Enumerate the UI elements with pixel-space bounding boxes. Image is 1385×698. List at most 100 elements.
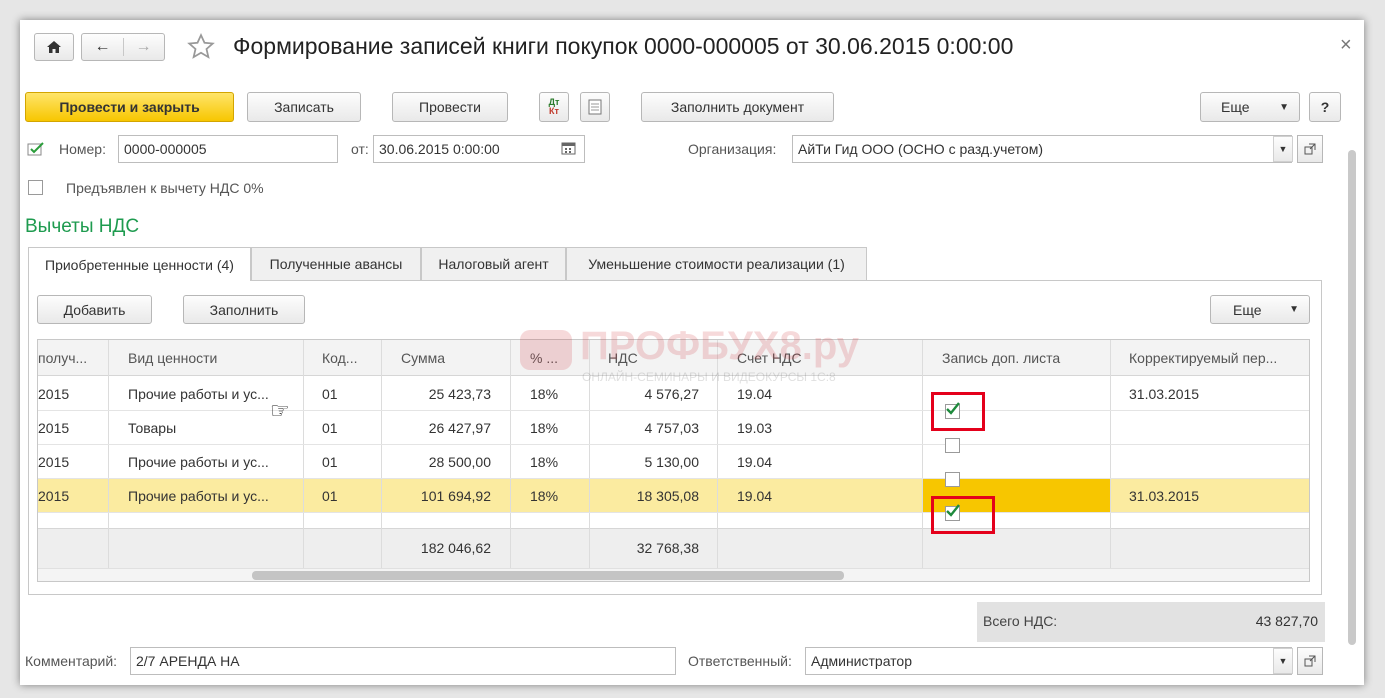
active-tab-joint <box>29 279 250 281</box>
table-more-button[interactable]: Еще ▼ <box>1210 295 1310 324</box>
organization-dropdown-icon[interactable]: ▼ <box>1273 136 1293 162</box>
table-row-2-type[interactable]: Прочие работы и ус... <box>128 445 298 479</box>
date-label: от: <box>351 141 369 157</box>
col-header-account[interactable]: Счет НДС <box>737 341 917 375</box>
table-row-2-account[interactable]: 19.04 <box>737 445 857 479</box>
table-row-1-account[interactable]: 19.03 <box>737 411 857 445</box>
total-vat-value: 43 827,70 <box>1255 613 1318 629</box>
table-row-1-rate[interactable]: 18% <box>530 411 586 445</box>
more-label: Еще <box>1221 99 1250 115</box>
home-button[interactable] <box>34 33 74 61</box>
table-row-3-period[interactable]: 31.03.2015 <box>1129 479 1299 513</box>
vat0-checkbox[interactable] <box>28 180 43 195</box>
table-row-3-date[interactable]: 2015 <box>38 479 104 513</box>
post-button[interactable]: Провести <box>392 92 508 122</box>
favorite-star-icon[interactable] <box>186 32 216 65</box>
col-header-code[interactable]: Код... <box>322 341 378 375</box>
col-header-period[interactable]: Корректируемый пер... <box>1129 341 1307 375</box>
date-field[interactable]: 30.06.2015 0:00:00 <box>373 135 585 163</box>
col-header-sum[interactable]: Сумма <box>401 341 501 375</box>
col-header-vat[interactable]: НДС <box>608 341 708 375</box>
help-button[interactable]: ? <box>1309 92 1341 122</box>
vat0-label: Предъявлен к вычету НДС 0% <box>66 180 264 196</box>
report-button[interactable] <box>580 92 610 122</box>
window-title: Формирование записей книги покупок 0000-… <box>233 33 1014 59</box>
table-row-2-sum[interactable]: 28 500,00 <box>381 445 491 479</box>
table-row-0-period[interactable]: 31.03.2015 <box>1129 377 1299 411</box>
organization-field[interactable]: АйТи Гид ООО (ОСНО с разд.учетом) <box>792 135 1292 163</box>
extra-sheet-checkbox-2[interactable] <box>945 472 960 487</box>
nav-buttons: ← → <box>81 33 165 61</box>
col-header-date[interactable]: получ... <box>38 341 104 375</box>
table-row-2-date[interactable]: 2015 <box>38 445 104 479</box>
table-row-2-vat[interactable]: 5 130,00 <box>589 445 700 479</box>
col-header-rate[interactable]: % ... <box>530 341 586 375</box>
section-title: Вычеты НДС <box>25 216 140 237</box>
posted-status-icon <box>27 141 45 160</box>
table-row-1-code[interactable]: 01 <box>322 411 378 445</box>
dropdown-arrow-icon: ▼ <box>1279 101 1289 113</box>
add-row-button[interactable]: Добавить <box>37 295 152 324</box>
table-row-3-sum[interactable]: 101 694,92 <box>381 479 491 513</box>
scrollbar-thumb[interactable] <box>252 571 844 580</box>
vertical-scrollbar[interactable] <box>1348 150 1356 645</box>
dt-kt-button[interactable]: Дт Кт <box>539 92 569 122</box>
table-row-0-account[interactable]: 19.04 <box>737 377 857 411</box>
document-icon <box>588 99 602 115</box>
extra-sheet-checkbox-1[interactable] <box>945 438 960 453</box>
tab-cost-reduction[interactable]: Уменьшение стоимости реализации (1) <box>566 247 867 280</box>
post-and-close-button[interactable]: Провести и закрыть <box>25 92 234 122</box>
table-row-0-date[interactable]: 2015 <box>38 377 104 411</box>
highlight-box-row-0 <box>931 392 985 431</box>
cursor-hand-icon: ☞ <box>270 398 290 423</box>
responsible-open-button[interactable] <box>1297 647 1323 675</box>
col-header-extra-sheet[interactable]: Запись доп. листа <box>942 341 1107 375</box>
comment-label: Комментарий: <box>25 653 118 669</box>
responsible-open-icon <box>1304 655 1316 667</box>
more-button[interactable]: Еще ▼ <box>1200 92 1300 122</box>
organization-open-button[interactable] <box>1297 135 1323 163</box>
back-arrow-icon[interactable]: ← <box>83 38 123 56</box>
goods-table: получ... Вид ценности Код... Сумма % ...… <box>37 339 1310 582</box>
number-label: Номер: <box>59 141 106 157</box>
table-row-0-code[interactable]: 01 <box>322 377 378 411</box>
responsible-dropdown-icon[interactable]: ▼ <box>1273 648 1293 674</box>
table-row-1-date[interactable]: 2015 <box>38 411 104 445</box>
table-row-3-type[interactable]: Прочие работы и ус... <box>128 479 298 513</box>
open-icon <box>1304 143 1316 155</box>
tab-tax-agent[interactable]: Налоговый агент <box>421 247 566 280</box>
total-sum: 182 046,62 <box>420 540 491 556</box>
fill-table-button[interactable]: Заполнить <box>183 295 305 324</box>
table-row-0-rate[interactable]: 18% <box>530 377 586 411</box>
total-vat-label: Всего НДС: <box>983 613 1058 629</box>
table-row-1-vat[interactable]: 4 757,03 <box>589 411 700 445</box>
calendar-icon[interactable] <box>561 141 577 159</box>
date-value: 30.06.2015 0:00:00 <box>379 141 500 157</box>
col-header-type[interactable]: Вид ценности <box>128 341 298 375</box>
document-window: ← → Формирование записей книги покупок 0… <box>20 20 1364 685</box>
forward-arrow-icon[interactable]: → <box>124 38 164 56</box>
table-row-3-rate[interactable]: 18% <box>530 479 586 513</box>
table-row-3-code[interactable]: 01 <box>322 479 378 513</box>
number-field[interactable]: 0000-000005 <box>118 135 338 163</box>
highlight-box-row-3 <box>931 496 995 534</box>
home-icon <box>47 41 61 53</box>
tab-received-advances[interactable]: Полученные авансы <box>251 247 421 280</box>
table-row-0-vat[interactable]: 4 576,27 <box>589 377 700 411</box>
comment-field[interactable]: 2/7 АРЕНДА НА <box>130 647 676 675</box>
table-row-2-rate[interactable]: 18% <box>530 445 586 479</box>
save-button[interactable]: Записать <box>247 92 361 122</box>
responsible-field[interactable]: Администратор <box>805 647 1292 675</box>
table-more-label: Еще <box>1233 301 1262 318</box>
fill-document-button[interactable]: Заполнить документ <box>641 92 834 122</box>
table-row-2-code[interactable]: 01 <box>322 445 378 479</box>
table-dropdown-arrow-icon: ▼ <box>1289 304 1299 315</box>
table-row-3-vat[interactable]: 18 305,08 <box>589 479 699 513</box>
table-row-0-sum[interactable]: 25 423,73 <box>381 377 491 411</box>
table-row-1-sum[interactable]: 26 427,97 <box>381 411 491 445</box>
table-row-1-period[interactable] <box>1129 411 1299 445</box>
close-icon[interactable]: × <box>1340 34 1352 57</box>
table-row-2-period[interactable] <box>1129 445 1299 479</box>
tab-acquired-values[interactable]: Приобретенные ценности (4) <box>28 247 251 281</box>
table-row-3-account[interactable]: 19.04 <box>737 479 857 513</box>
